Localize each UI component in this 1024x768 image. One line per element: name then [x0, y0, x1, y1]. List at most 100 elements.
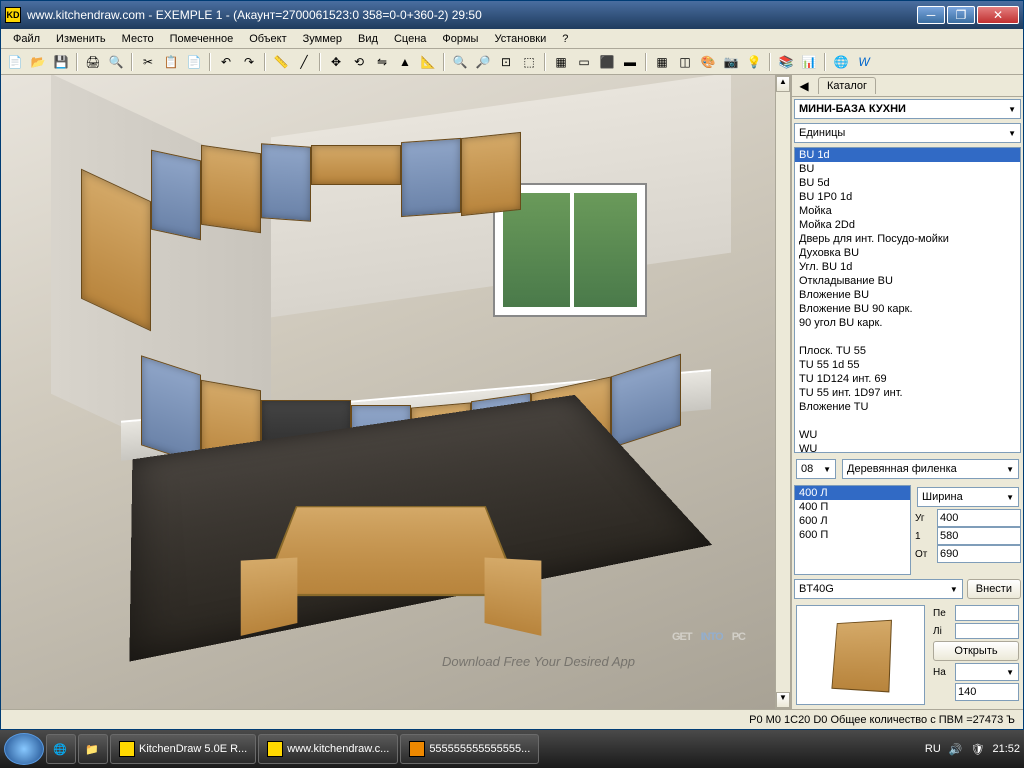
rotate-icon[interactable]: ⟲: [349, 52, 369, 72]
tray-icon[interactable]: 🔊: [949, 743, 963, 756]
list-item[interactable]: Вложение TU: [795, 400, 1020, 414]
task-kitchendraw[interactable]: KitchenDraw 5.0E R...: [110, 734, 256, 764]
www-icon[interactable]: 🌐: [831, 52, 851, 72]
list-item[interactable]: WU: [795, 428, 1020, 442]
preview-icon[interactable]: 🔍: [106, 52, 126, 72]
save-icon[interactable]: 💾: [51, 52, 71, 72]
list-item[interactable]: Откладывание BU: [795, 274, 1020, 288]
minimize-button[interactable]: ─: [917, 6, 945, 24]
zoomwin-icon[interactable]: ⬚: [519, 52, 539, 72]
render-icon[interactable]: 📷: [721, 52, 741, 72]
task-other[interactable]: 555555555555555...: [400, 734, 539, 764]
model-dropdown[interactable]: BT40G▼: [794, 579, 963, 599]
view-elev-icon[interactable]: ▬: [620, 52, 640, 72]
mirror-icon[interactable]: ⇋: [372, 52, 392, 72]
view-3d-icon[interactable]: ⬛: [597, 52, 617, 72]
list-item[interactable]: 600 Л: [795, 514, 910, 528]
depth-input[interactable]: [937, 527, 1021, 545]
list-item[interactable]: [795, 414, 1020, 428]
wireframe-icon[interactable]: ▦: [652, 52, 672, 72]
dimension-icon[interactable]: 📏: [271, 52, 291, 72]
panel-back-icon[interactable]: ◀: [794, 76, 814, 96]
database-dropdown[interactable]: МИНИ-БАЗА КУХНИ▼: [794, 99, 1021, 119]
tray-icon[interactable]: 🛡: [971, 743, 985, 756]
menu-edit[interactable]: Изменить: [48, 31, 114, 47]
light-icon[interactable]: 💡: [744, 52, 764, 72]
viewport-scrollbar[interactable]: ▲▼: [775, 75, 791, 709]
menu-object[interactable]: Объект: [241, 31, 294, 47]
zoomout-icon[interactable]: 🔎: [473, 52, 493, 72]
3d-viewport[interactable]: GET INTO PC Download Free Your Desired A…: [1, 75, 775, 709]
list-item[interactable]: 600 П: [795, 528, 910, 542]
line-icon[interactable]: ╱: [294, 52, 314, 72]
units-dropdown[interactable]: Единицы▼: [794, 123, 1021, 143]
view-top-icon[interactable]: ▦: [551, 52, 571, 72]
width-dropdown[interactable]: Ширина▼: [917, 487, 1019, 507]
clock[interactable]: 21:52: [992, 743, 1020, 755]
tab-catalog[interactable]: Каталог: [818, 77, 876, 94]
list-item[interactable]: BU: [795, 162, 1020, 176]
menu-scene[interactable]: Сцена: [386, 31, 434, 47]
zoomfit-icon[interactable]: ⊡: [496, 52, 516, 72]
list-item[interactable]: BU 5d: [795, 176, 1020, 190]
menu-view[interactable]: Вид: [350, 31, 386, 47]
list-item[interactable]: Духовка BU: [795, 246, 1020, 260]
apply-button[interactable]: Внести: [967, 579, 1021, 599]
redo-icon[interactable]: ↷: [239, 52, 259, 72]
menu-file[interactable]: Файл: [5, 31, 48, 47]
list-item[interactable]: BU 1P0 1d: [795, 190, 1020, 204]
quicklaunch-icon[interactable]: 🌐: [46, 734, 76, 764]
style-name-dropdown[interactable]: Деревянная филенка▼: [842, 459, 1019, 479]
list-item[interactable]: Мойка 2Dd: [795, 218, 1020, 232]
list-item[interactable]: TU 1D124 инт. 69: [795, 372, 1020, 386]
start-button[interactable]: [4, 733, 44, 765]
open-icon[interactable]: 📂: [28, 52, 48, 72]
shaded-icon[interactable]: 🎨: [698, 52, 718, 72]
open-button[interactable]: Открыть: [933, 641, 1019, 661]
menu-settings[interactable]: Установки: [486, 31, 554, 47]
list-item[interactable]: TU 55 инт. 1D97 инт.: [795, 386, 1020, 400]
list-item[interactable]: 90 угол BU карк.: [795, 316, 1020, 330]
zoomin-icon[interactable]: 🔍: [450, 52, 470, 72]
quote-icon[interactable]: 📊: [799, 52, 819, 72]
move-icon[interactable]: ✥: [326, 52, 346, 72]
hidden-icon[interactable]: ◫: [675, 52, 695, 72]
size-listbox[interactable]: 400 Л400 П600 Л600 П: [794, 485, 911, 575]
systray[interactable]: RU 🔊 🛡 21:52: [925, 743, 1020, 756]
ot-input[interactable]: [937, 545, 1021, 563]
na-input[interactable]: [955, 683, 1019, 701]
quicklaunch-icon[interactable]: 📁: [78, 734, 108, 764]
web-icon[interactable]: W: [854, 52, 874, 72]
maximize-button[interactable]: ❐: [947, 6, 975, 24]
menu-help[interactable]: ?: [554, 31, 576, 47]
menu-marked[interactable]: Помеченное: [162, 31, 242, 47]
list-item[interactable]: WU: [795, 442, 1020, 453]
list-item[interactable]: 400 Л: [795, 486, 910, 500]
lang-indicator[interactable]: RU: [925, 743, 941, 755]
list-item[interactable]: BU 1d: [795, 148, 1020, 162]
catalog-icon[interactable]: 📚: [776, 52, 796, 72]
list-item[interactable]: TU 55 1d 55: [795, 358, 1020, 372]
navigate-icon[interactable]: ▲: [395, 52, 415, 72]
task-browser[interactable]: www.kitchendraw.c...: [258, 734, 398, 764]
close-button[interactable]: ✕: [977, 6, 1019, 24]
list-item[interactable]: Плоск. TU 55: [795, 344, 1020, 358]
list-item[interactable]: Мойка: [795, 204, 1020, 218]
view-front-icon[interactable]: ▭: [574, 52, 594, 72]
menu-forms[interactable]: Формы: [434, 31, 486, 47]
copy-icon[interactable]: 📋: [161, 52, 181, 72]
menu-place[interactable]: Место: [114, 31, 162, 47]
new-icon[interactable]: 📄: [5, 52, 25, 72]
undo-icon[interactable]: ↶: [216, 52, 236, 72]
list-item[interactable]: 400 П: [795, 500, 910, 514]
na-dropdown[interactable]: ▼: [955, 663, 1019, 681]
menu-zoomer[interactable]: Зуммер: [295, 31, 350, 47]
style-code-dropdown[interactable]: 08▼: [796, 459, 836, 479]
list-item[interactable]: Угл. BU 1d: [795, 260, 1020, 274]
catalog-listbox[interactable]: BU 1dBUBU 5dBU 1P0 1dМойкаМойка 2DdДверь…: [794, 147, 1021, 453]
cut-icon[interactable]: ✂: [138, 52, 158, 72]
ug-input[interactable]: [937, 509, 1021, 527]
paste-icon[interactable]: 📄: [184, 52, 204, 72]
list-item[interactable]: Дверь для инт. Посудо-мойки: [795, 232, 1020, 246]
list-item[interactable]: [795, 330, 1020, 344]
